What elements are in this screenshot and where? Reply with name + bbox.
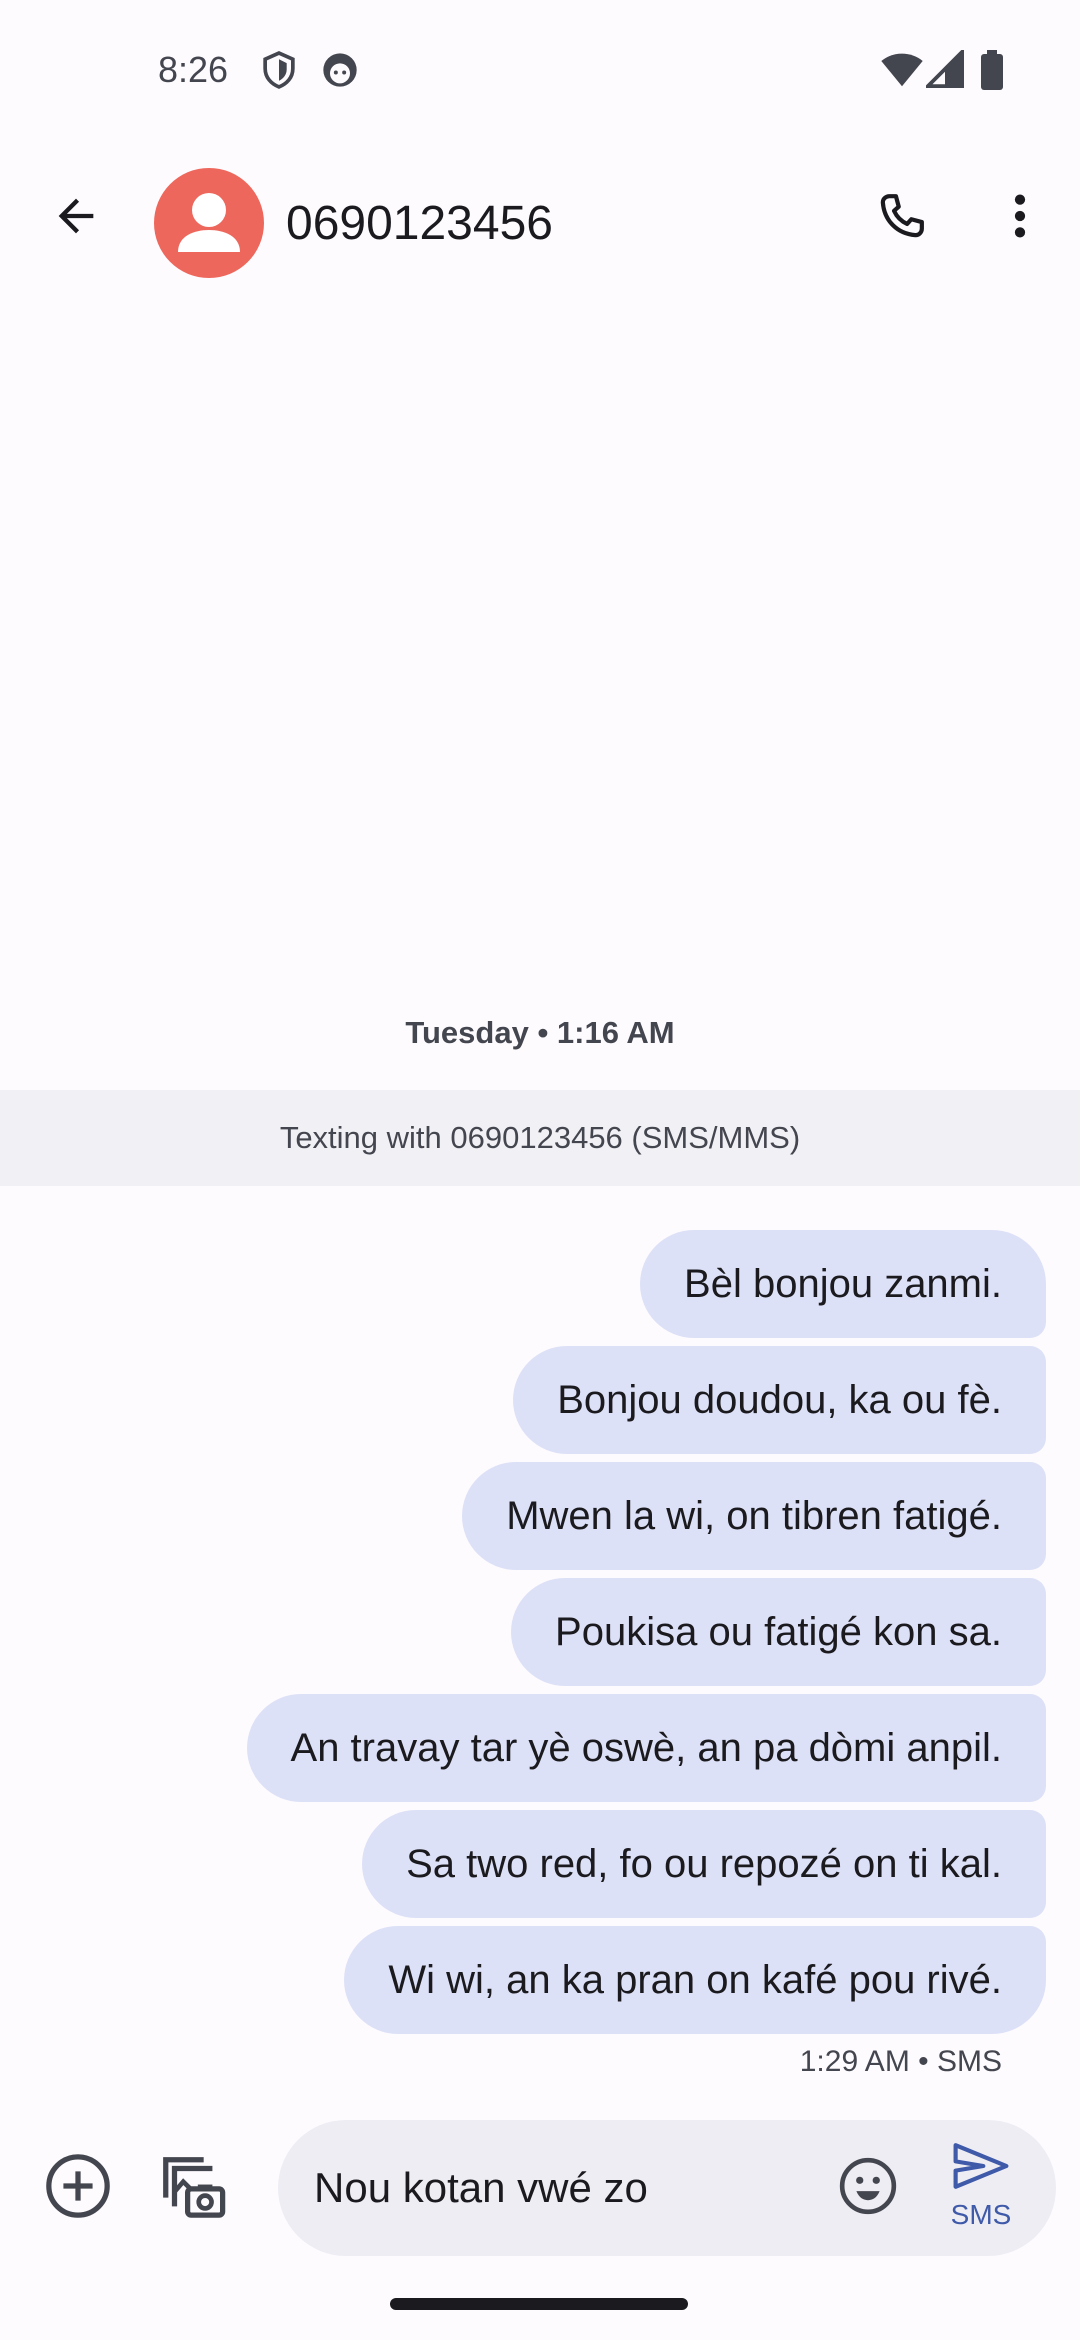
- emoji-icon: [837, 2155, 899, 2222]
- send-label: SMS: [950, 2199, 1012, 2230]
- compose-bar: SMS: [0, 2110, 1080, 2260]
- send-button[interactable]: SMS: [926, 2140, 1036, 2240]
- compose-field[interactable]: SMS: [278, 2120, 1056, 2256]
- add-circle-icon: [43, 2151, 113, 2226]
- back-button[interactable]: [40, 182, 112, 254]
- message-input[interactable]: [314, 2154, 774, 2222]
- shield-icon: [260, 50, 298, 95]
- message-list: Bèl bonjou zanmi. Bonjou doudou, ka ou f…: [36, 1230, 1046, 2034]
- message-timestamp: 1:29 AM • SMS: [799, 2045, 1002, 2078]
- gallery-camera-icon: [157, 2151, 227, 2226]
- home-indicator[interactable]: [390, 2298, 688, 2310]
- contact-title[interactable]: 0690123456: [286, 192, 553, 256]
- cellular-icon: [923, 47, 964, 93]
- emoji-button[interactable]: [830, 2150, 906, 2226]
- arrow-back-icon: [50, 190, 102, 247]
- status-time: 8:26: [158, 49, 229, 90]
- message-bubble[interactable]: Poukisa ou fatigé kon sa.: [511, 1578, 1046, 1686]
- more-options-button[interactable]: [984, 182, 1056, 254]
- phone-icon: [874, 188, 930, 249]
- wifi-icon: [880, 52, 924, 93]
- message-bubble[interactable]: Mwen la wi, on tibren fatigé.: [462, 1462, 1046, 1570]
- message-bubble[interactable]: Bonjou doudou, ka ou fè.: [513, 1346, 1046, 1454]
- conversation-date: Tuesday • 1:16 AM: [405, 1015, 675, 1050]
- texting-banner: Texting with 0690123456 (SMS/MMS): [0, 1090, 1080, 1186]
- app-bar: 0690123456: [0, 150, 1080, 300]
- message-bubble[interactable]: An travay tar yè oswè, an pa dòmi anpil.: [246, 1694, 1046, 1802]
- battery-icon: [980, 50, 1004, 95]
- face-icon: [320, 50, 360, 95]
- avatar[interactable]: [154, 168, 264, 278]
- person-icon: [178, 193, 240, 252]
- gallery-button[interactable]: [152, 2148, 232, 2228]
- message-bubble[interactable]: Wi wi, an ka pran on kafé pou rivé.: [344, 1926, 1046, 2034]
- add-attachment-button[interactable]: [38, 2148, 118, 2228]
- more-vert-icon: [992, 188, 1048, 249]
- send-icon: [951, 2140, 1011, 2197]
- status-bar: 8:26: [0, 0, 1080, 140]
- message-bubble[interactable]: Bèl bonjou zanmi.: [640, 1230, 1046, 1338]
- message-bubble[interactable]: Sa two red, fo ou repozé on ti kal.: [362, 1810, 1046, 1918]
- call-button[interactable]: [866, 182, 938, 254]
